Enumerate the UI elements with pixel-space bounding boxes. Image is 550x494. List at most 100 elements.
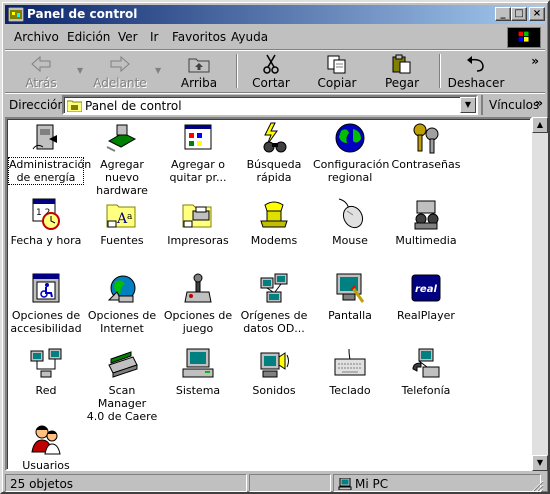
menu-edicion[interactable]: Edición [67,30,110,44]
item-accessibility[interactable]: Opciones de accesibilidad [9,272,83,335]
copy-icon [327,55,346,74]
item-keyboard[interactable]: Teclado [313,347,387,397]
display-icon [336,273,365,303]
menu-ir[interactable]: Ir [150,30,158,44]
address-value: Panel de control [85,99,182,113]
toolbar: Atrás ▼ Adelante ▼ Arriba Cortar Copiar … [5,52,545,92]
menu-ver[interactable]: Ver [118,30,138,44]
telephony-icon [412,348,440,378]
multimedia-icon [414,200,439,230]
passwords-icon [413,123,439,154]
item-label: accesibilidad [10,322,82,335]
address-dropdown-button[interactable]: ▼ [460,97,476,113]
item-power-management[interactable]: Administración de energía [8,121,91,185]
menu-archivo[interactable]: Archivo [14,30,59,44]
item-label: Red [35,384,57,397]
title-bar[interactable]: Panel de control _ □ × [5,5,545,24]
item-passwords[interactable]: Contraseñas [389,121,463,171]
undo-button[interactable]: Deshacer [447,52,505,90]
date-time-icon: 1 2 [32,198,60,230]
scroll-down-button[interactable]: ▼ [532,455,548,471]
links-label: Vínculos [489,98,540,112]
item-label: Multimedia [395,234,457,247]
menu-favoritos[interactable]: Favoritos [172,30,226,44]
item-add-remove-programs[interactable]: Agregar o quitar pr... [161,121,235,184]
cut-button[interactable]: Cortar [245,52,297,90]
item-quick-search[interactable]: Búsqueda rápida [237,121,311,184]
undo-icon [467,56,484,72]
item-printers[interactable]: Impresoras [161,197,235,247]
resize-grip-icon[interactable] [532,480,544,492]
scanner-icon [108,351,138,378]
item-realplayer[interactable]: real RealPlayer [389,272,463,322]
back-dropdown-icon[interactable]: ▼ [77,66,83,75]
item-scan-manager[interactable]: Scan Manager 4.0 de Caere [85,347,159,423]
item-add-hardware[interactable]: Agregar nuevo hardware [85,121,159,197]
close-button[interactable]: × [529,7,545,21]
item-regional-settings[interactable]: Configuración regional [313,121,389,184]
item-telephony[interactable]: Telefonía [389,347,463,397]
vertical-scrollbar[interactable]: ▲ ▼ [532,117,548,471]
item-label: RealPlayer [397,309,455,322]
item-network[interactable]: Red [9,347,83,397]
item-label: Internet [100,322,144,335]
item-label: Sistema [175,384,221,397]
item-label: Agregar o [170,158,226,171]
item-game-controllers[interactable]: Opciones de juego [161,272,235,335]
links-more-chevron[interactable]: » [535,96,543,110]
links-bar[interactable]: Vínculos » [481,95,545,115]
add-remove-programs-icon [184,124,212,150]
address-input[interactable]: Panel de control ▼ [62,95,478,115]
item-multimedia[interactable]: Multimedia [389,197,463,247]
item-label: Modems [250,234,298,247]
address-bar: Dirección Panel de control ▼ Vínculos » [5,94,545,116]
minimize-button[interactable]: _ [495,7,511,21]
item-label: Teclado [329,384,371,397]
menu-bar: Archivo Edición Ver Ir Favoritos Ayuda [5,26,545,48]
svg-text:a: a [127,212,133,222]
forward-dropdown-icon[interactable]: ▼ [155,66,161,75]
maximize-button[interactable]: □ [511,7,527,21]
item-internet-options[interactable]: Opciones de Internet [85,272,159,335]
regional-settings-icon [335,123,365,153]
item-modems[interactable]: Modems [237,197,311,247]
item-label: rápida [256,171,292,184]
folder-up-icon [188,58,210,73]
scissors-icon [263,54,279,74]
address-label: Dirección [9,98,66,112]
up-button[interactable]: Arriba [173,52,225,90]
item-sounds[interactable]: Sonidos [237,347,311,397]
my-computer-icon [338,478,352,490]
toolbar-more-chevron[interactable]: » [531,54,539,68]
forward-arrow-icon [110,55,130,73]
item-label: Pantalla [328,309,372,322]
add-hardware-icon [106,124,137,152]
menu-ayuda[interactable]: Ayuda [231,30,268,44]
item-date-time[interactable]: 1 2 Fecha y hora [9,197,83,247]
item-system[interactable]: Sistema [161,347,235,397]
copy-label: Copiar [317,76,357,90]
item-users[interactable]: Usuarios [9,422,83,472]
item-odbc-data-sources[interactable]: Orígenes de datos OD... [237,272,311,335]
sounds-icon [260,352,289,378]
item-label: Telefonía [401,384,451,397]
item-mouse[interactable]: Mouse [313,197,387,247]
status-zone-label: Mi PC [355,477,389,491]
forward-button[interactable]: Adelante [89,52,151,90]
svg-text:real: real [415,284,437,295]
item-label: de energía [16,171,76,184]
item-label: Opciones de [11,309,81,322]
copy-button[interactable]: Copiar [310,52,364,90]
item-display[interactable]: Pantalla [313,272,387,322]
accessibility-icon [32,273,60,303]
scroll-up-button[interactable]: ▲ [532,117,548,133]
status-object-count: 25 objetos [5,474,247,492]
back-label: Atrás [25,76,57,90]
control-panel-folder-icon [67,100,82,112]
internet-options-icon [107,275,136,303]
item-label: Opciones de [87,309,157,322]
item-fonts[interactable]: A a Fuentes [85,197,159,247]
paste-button[interactable]: Pegar [375,52,429,90]
realplayer-icon: real [411,274,441,302]
back-button[interactable]: Atrás [11,52,71,90]
